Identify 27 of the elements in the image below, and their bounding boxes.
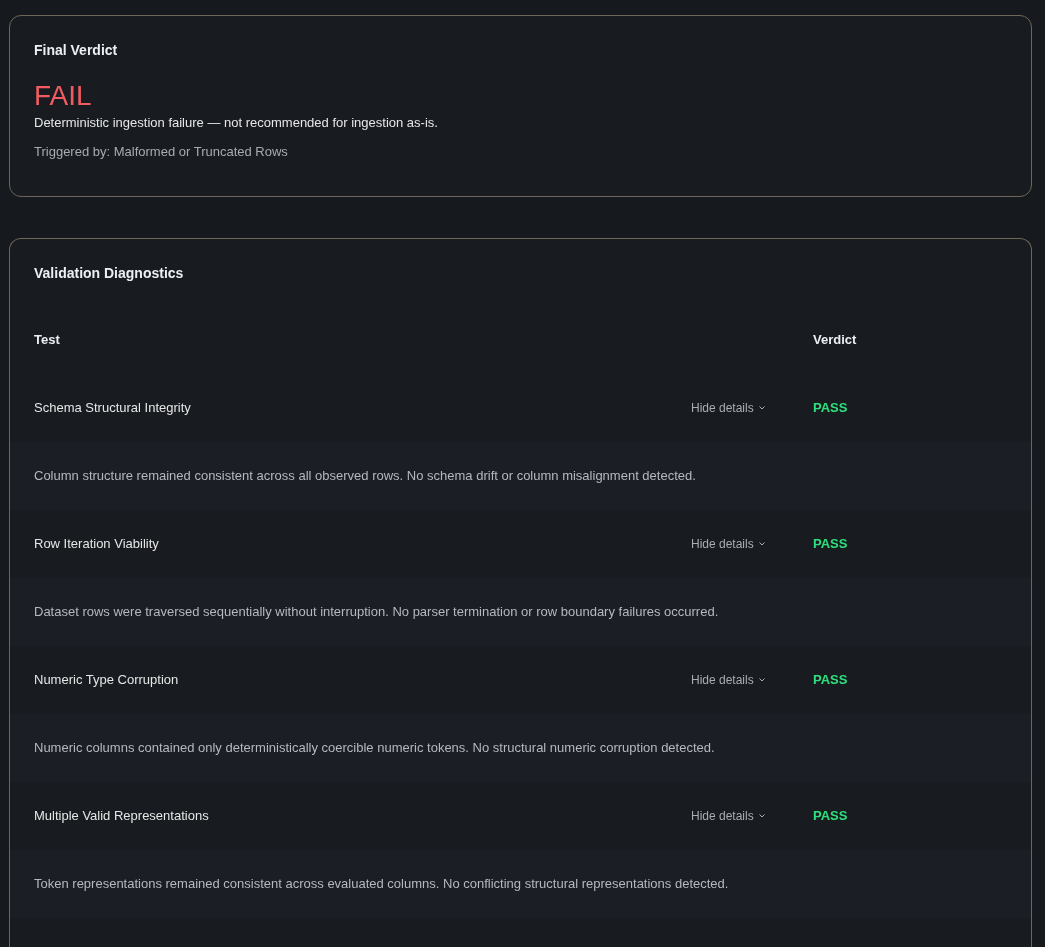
toggle-details-button[interactable]: Hide details xyxy=(691,807,765,826)
details-text: Dataset rows were traversed sequentially without interruption. No parser termination or row boundary failures occurred. xyxy=(34,603,719,622)
card-title: Validation Diagnostics xyxy=(34,264,185,283)
trigger-text: Triggered by: Malformed or Truncated Rows xyxy=(34,143,289,162)
caret-icon xyxy=(758,542,765,547)
column-header: Verdict xyxy=(813,332,857,348)
test-name: Multiple Valid Representations xyxy=(34,808,209,824)
verdict-status: PASS xyxy=(813,808,848,824)
test-name: Numeric Type Corruption xyxy=(34,672,179,688)
caret-icon xyxy=(758,406,765,411)
details-text: Token representations remained consistent across evaluated columns. No conflicting structural representations detected. xyxy=(34,875,729,894)
test-name: Schema Structural Integrity xyxy=(34,400,191,416)
verdict-status: FAIL xyxy=(34,79,93,113)
details-text: Numeric columns contained only deterministically coercible numeric tokens. No structural numeric corruption detected. xyxy=(34,739,715,758)
verdict-status: PASS xyxy=(813,536,848,552)
toggle-details-button[interactable]: Hide details xyxy=(691,671,765,690)
verdict-status: PASS xyxy=(813,400,848,416)
toggle-details-button[interactable]: Hide details xyxy=(691,535,765,554)
caret-icon xyxy=(758,814,765,819)
column-header: Test xyxy=(34,332,60,348)
caret-icon xyxy=(758,678,765,683)
test-name: Row Iteration Viability xyxy=(34,536,159,552)
toggle-details-button[interactable]: Hide details xyxy=(691,399,765,418)
details-text: Column structure remained consistent across all observed rows. No schema drift or column misalignment detected. xyxy=(34,467,696,486)
verdict-summary: Deterministic ingestion failure — not recommended for ingestion as-is. xyxy=(34,113,439,132)
verdict-status: PASS xyxy=(813,672,848,688)
card-title: Final Verdict xyxy=(34,41,119,60)
